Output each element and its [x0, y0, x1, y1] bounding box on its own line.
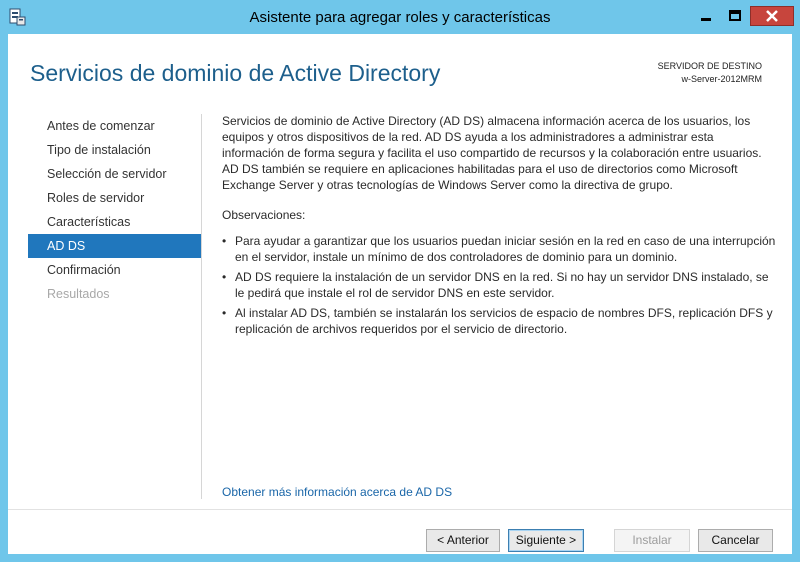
title-bar[interactable]: Asistente para agregar roles y caracterí…: [0, 0, 800, 34]
maximize-button[interactable]: [722, 6, 748, 26]
nav-item-caracteristicas[interactable]: Características: [28, 210, 201, 234]
close-button[interactable]: [750, 6, 794, 26]
nav-item-ad-ds[interactable]: AD DS: [28, 234, 201, 258]
next-button[interactable]: Siguiente >: [508, 529, 584, 552]
list-item-text: AD DS requiere la instalación de un serv…: [235, 270, 769, 300]
nav-divider: [201, 114, 202, 499]
bullet-icon: •: [222, 270, 227, 284]
nav-item-confirmacion[interactable]: Confirmación: [28, 258, 201, 282]
nav-item-antes-de-comenzar[interactable]: Antes de comenzar: [28, 114, 201, 138]
destination-label: SERVIDOR DE DESTINO: [657, 61, 762, 71]
nav-item-seleccion-de-servidor[interactable]: Selección de servidor: [28, 162, 201, 186]
wizard-nav: Antes de comenzar Tipo de instalación Se…: [28, 114, 201, 306]
window-title: Asistente para agregar roles y caracterí…: [249, 9, 551, 26]
observations-list: • Para ayudar a garantizar que los usuar…: [222, 233, 777, 337]
minimize-icon: [701, 18, 711, 21]
nav-item-roles-de-servidor[interactable]: Roles de servidor: [28, 186, 201, 210]
list-item-text: Al instalar AD DS, también se instalarán…: [235, 306, 773, 336]
footer-divider: [8, 509, 792, 510]
list-item-text: Para ayudar a garantizar que los usuario…: [235, 234, 776, 264]
page-title: Servicios de dominio de Active Directory: [30, 60, 441, 86]
wizard-body: Servicios de dominio de Active Directory…: [8, 34, 792, 554]
maximize-icon: [729, 10, 741, 21]
list-item: • Para ayudar a garantizar que los usuar…: [222, 233, 777, 265]
nav-item-tipo-de-instalacion[interactable]: Tipo de instalación: [28, 138, 201, 162]
nav-item-resultados: Resultados: [47, 287, 110, 301]
wizard-window: Asistente para agregar roles y caracterí…: [0, 0, 800, 562]
list-item: • Al instalar AD DS, también se instalar…: [222, 305, 777, 337]
destination-server-info: SERVIDOR DE DESTINO w-Server-2012MRM: [658, 60, 762, 86]
content-panel: Servicios de dominio de Active Directory…: [222, 113, 777, 341]
install-button: Instalar: [614, 529, 690, 552]
close-icon: [766, 10, 778, 22]
list-item: • AD DS requiere la instalación de un se…: [222, 269, 777, 301]
observations-heading: Observaciones:: [222, 208, 306, 222]
more-info-link[interactable]: Obtener más información acerca de AD DS: [222, 485, 452, 499]
destination-server-name: w-Server-2012MRM: [681, 74, 762, 84]
bullet-icon: •: [222, 306, 227, 320]
bullet-icon: •: [222, 234, 227, 248]
previous-button[interactable]: < Anterior: [426, 529, 500, 552]
cancel-button[interactable]: Cancelar: [698, 529, 773, 552]
minimize-button[interactable]: [693, 6, 719, 26]
intro-text: Servicios de dominio de Active Directory…: [222, 114, 762, 192]
